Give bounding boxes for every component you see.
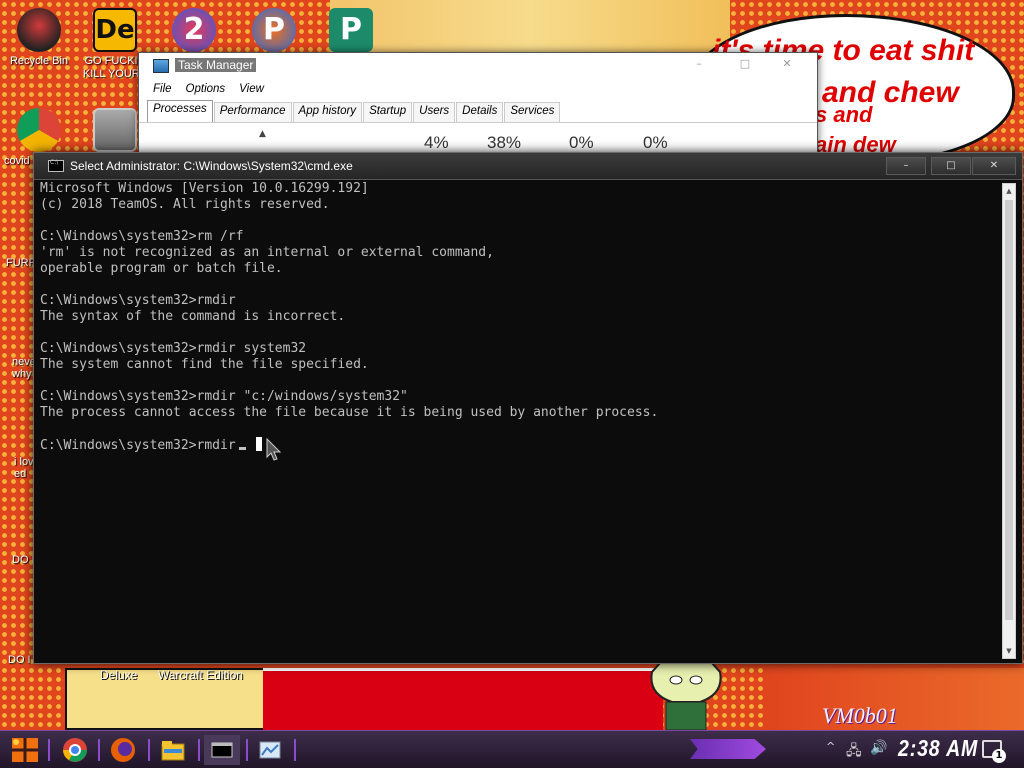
- taskbar-separator: [294, 739, 296, 761]
- tm-minimize-button[interactable]: –: [679, 57, 719, 70]
- firefox-icon[interactable]: [106, 735, 140, 765]
- taskbar: ^ 🖧 🔊 2:38 AM 1: [0, 730, 1024, 768]
- start-icon[interactable]: [8, 734, 42, 766]
- console-line: 'rm' is not recognized as an internal or…: [40, 245, 494, 260]
- de-app-icon: De: [93, 8, 137, 52]
- notification-badge: 1: [992, 749, 1006, 763]
- console-line: C:\Windows\system32>rmdir "c:/windows/sy…: [40, 389, 408, 404]
- cmd-window[interactable]: Select Administrator: C:\Windows\System3…: [33, 152, 1023, 664]
- console-line: The system cannot find the file specifie…: [40, 357, 369, 372]
- wallpaper-art-top: [330, 0, 730, 60]
- tab-details[interactable]: Details: [456, 102, 504, 122]
- task-manager-window[interactable]: Task Manager – □ ✕ File Options View Pro…: [138, 52, 818, 162]
- cmd-title: Select Administrator: C:\Windows\System3…: [70, 159, 353, 173]
- recycle-bin-icon: [17, 8, 61, 52]
- task-manager-taskbar-icon[interactable]: [252, 735, 288, 765]
- tab-services[interactable]: Services: [504, 102, 561, 122]
- network-icon[interactable]: 🖧: [846, 740, 862, 764]
- task-manager-title: Task Manager: [175, 58, 257, 72]
- cmd-icon: [48, 159, 64, 172]
- task-manager-tabs: Processes Performance App history Startu…: [139, 99, 817, 123]
- taskbar-separator: [198, 739, 200, 761]
- tab-app-history[interactable]: App history: [292, 102, 363, 122]
- scroll-up-arrow-icon[interactable]: ▲: [1003, 184, 1015, 198]
- desktop-fragment-neve: neve why: [12, 356, 36, 380]
- taskbar-clock[interactable]: 2:38 AM: [898, 735, 978, 762]
- p-app-icon: P: [252, 8, 296, 52]
- cmd-close-button[interactable]: ✕: [972, 157, 1016, 175]
- taskbar-separator: [48, 739, 50, 761]
- network-percent[interactable]: 0%: [643, 133, 668, 153]
- tab-startup[interactable]: Startup: [363, 102, 413, 122]
- desktop-icon-recycle-bin[interactable]: Recycle Bin: [0, 8, 78, 68]
- window-stack-icon: [93, 108, 137, 152]
- desktop-fragment-do-2: DO I: [8, 654, 31, 666]
- chrome-icon: [17, 108, 61, 152]
- cmd-maximize-button[interactable]: □: [931, 157, 971, 175]
- sort-arrow-icon[interactable]: ▲: [259, 129, 266, 139]
- tm-maximize-button[interactable]: □: [725, 57, 765, 70]
- desktop-fragment-do-1: DO I: [12, 554, 35, 566]
- wallpaper-label-warcraft: Warcraft Edition: [158, 668, 243, 682]
- console-line: The syntax of the command is incorrect.: [40, 309, 346, 324]
- cmd-minimize-button[interactable]: –: [886, 157, 926, 175]
- volume-icon[interactable]: 🔊: [870, 740, 887, 756]
- disk-percent[interactable]: 0%: [569, 133, 594, 153]
- wallpaper-label-deluxe: Deluxe: [100, 668, 138, 682]
- taskbar-decoration: [690, 739, 766, 759]
- memory-percent[interactable]: 38%: [487, 133, 521, 153]
- console-prompt: C:\Windows\system32>rmdir: [40, 438, 236, 453]
- console-prompt-line[interactable]: C:\Windows\system32>rmdir: [40, 437, 1000, 453]
- menu-view[interactable]: View: [239, 83, 264, 95]
- show-hidden-icons-icon[interactable]: ^: [826, 740, 835, 753]
- file-explorer-icon[interactable]: [156, 735, 190, 765]
- speech-bubble-line-3: s and: [815, 102, 873, 127]
- console-line: C:\Windows\system32>rm /rf: [40, 229, 244, 244]
- publisher-icon: P: [329, 8, 373, 52]
- desktop-fragment-furr: FURR: [6, 257, 37, 269]
- tab-users[interactable]: Users: [413, 102, 456, 122]
- menu-options[interactable]: Options: [186, 83, 226, 95]
- number-2-icon: 2: [172, 8, 216, 52]
- task-manager-icon: [153, 59, 169, 73]
- taskbar-separator: [246, 739, 248, 761]
- i-beam-caret-icon: [255, 437, 262, 451]
- task-manager-menubar: File Options View: [139, 79, 817, 99]
- taskbar-separator: [98, 739, 100, 761]
- console-line: operable program or batch file.: [40, 261, 283, 276]
- scrollbar-thumb[interactable]: [1005, 200, 1013, 620]
- desktop-icon-number-2[interactable]: 2: [155, 8, 233, 52]
- chrome-icon[interactable]: [58, 735, 92, 765]
- wallpaper-art-bottom-red: [263, 668, 663, 730]
- cmd-scrollbar[interactable]: ▲ ▼: [1002, 183, 1016, 659]
- taskbar-separator: [148, 739, 150, 761]
- console-line: (c) 2018 TeamOS. All rights reserved.: [40, 197, 330, 212]
- cpu-percent[interactable]: 4%: [424, 133, 449, 153]
- tm-close-button[interactable]: ✕: [767, 57, 807, 70]
- tab-performance[interactable]: Performance: [213, 102, 292, 122]
- scroll-down-arrow-icon[interactable]: ▼: [1003, 644, 1015, 658]
- cmd-titlebar[interactable]: Select Administrator: C:\Windows\System3…: [34, 153, 1022, 180]
- console-line: Microsoft Windows [Version 10.0.16299.19…: [40, 181, 369, 196]
- desktop-icon-label: Recycle Bin: [9, 55, 69, 67]
- tab-processes[interactable]: Processes: [147, 100, 213, 122]
- text-cursor: [238, 447, 246, 450]
- console-line: C:\Windows\system32>rmdir: [40, 293, 236, 308]
- console-line: C:\Windows\system32>rmdir system32: [40, 341, 307, 356]
- cmd-console-output[interactable]: Microsoft Windows [Version 10.0.16299.19…: [40, 180, 1000, 663]
- cmd-taskbar-icon[interactable]: [204, 735, 240, 765]
- desktop-icon-p-app[interactable]: P: [235, 8, 313, 52]
- menu-file[interactable]: File: [153, 83, 172, 95]
- console-line: The process cannot access the file becau…: [40, 405, 659, 420]
- task-manager-titlebar[interactable]: Task Manager – □ ✕: [139, 53, 817, 79]
- desktop-icon-publisher[interactable]: P: [312, 8, 390, 52]
- wallpaper-signature: VM0b01: [822, 703, 898, 728]
- mouse-pointer-icon: [266, 438, 282, 461]
